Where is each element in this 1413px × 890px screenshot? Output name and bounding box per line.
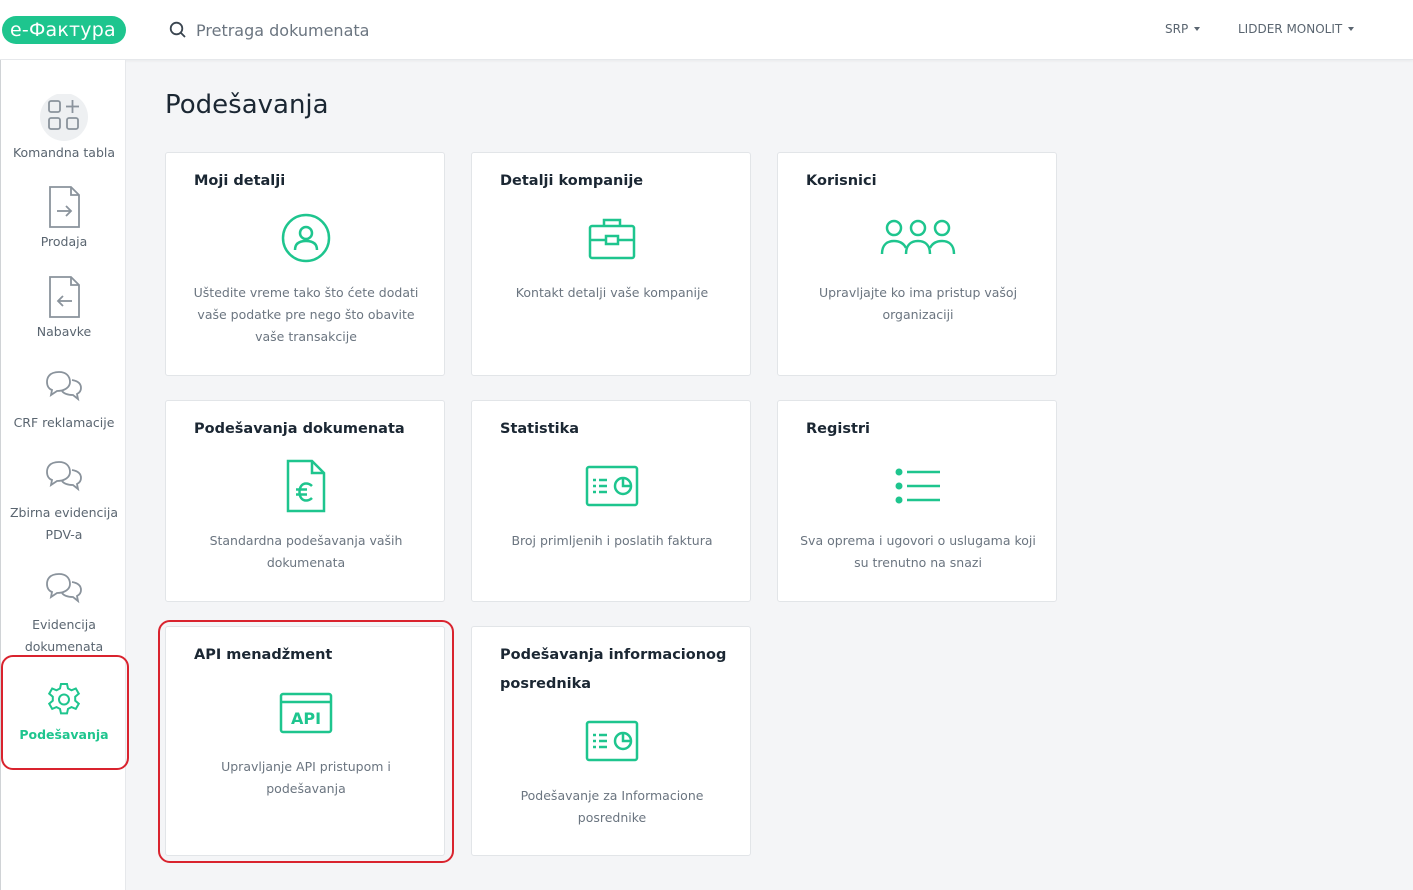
card-description: Sva oprema i ugovori o uslugama koji su … [800,533,1036,570]
list-icon [888,456,948,516]
top-bar: e-Фактура SRP LIDDER MONOLIT [0,0,1413,60]
card-description: Podešavanje za Informacione posrednike [520,788,704,825]
card-title: Statistika [500,421,580,437]
company-label: LIDDER MONOLIT [1238,22,1343,36]
chat-bubbles-icon [46,371,82,402]
euro-document-icon [276,456,336,516]
card-title: Podešavanja dokumenata [194,421,405,437]
sidebar-item-label: Zbirna evidencija PDV-a [9,505,119,542]
card-description: Broj primljenih i poslatih faktura [511,533,713,548]
statistics-chart-icon [582,456,642,516]
sidebar-item-evidencija-dokumenata[interactable]: Evidencija dokumenata [1,568,127,658]
settings-card-detalji-kompanije[interactable]: Detalji kompanije Kontakt detalji vaše k… [471,152,751,376]
user-circle-icon [276,208,336,268]
card-title: Podešavanja informacionog posrednika [500,647,727,692]
sidebar-item-label: Komandna tabla [12,145,116,160]
settings-card-informacioni-posrednik[interactable]: Podešavanja informacionog posrednika Pod… [471,626,751,856]
card-title: Registri [806,421,871,437]
briefcase-icon [582,208,642,268]
language-dropdown[interactable]: SRP [1165,22,1201,36]
card-title: Detalji kompanije [500,173,644,189]
card-description: Kontakt detalji vaše kompanije [515,285,709,300]
highlight-frame-api-card [158,620,454,863]
card-title: Korisnici [806,173,877,189]
card-description: Upravljajte ko ima pristup vašoj organiz… [818,285,1018,322]
settings-card-podesavanja-dokumenata[interactable]: Podešavanja dokumenata Standardna podeša… [165,400,445,602]
document-arrow-left-icon [49,276,80,318]
statistics-chart-icon [582,711,642,771]
chat-bubbles-icon [46,461,82,492]
chat-bubbles-icon [46,573,82,604]
settings-card-registri[interactable]: Registri Sva oprema i ugovori o uslugama… [777,400,1057,602]
users-group-icon [878,208,958,268]
sidebar-item-crf-reklamacije[interactable]: CRF reklamacije [1,366,127,434]
sidebar-item-label: Evidencija dokumenata [24,617,104,654]
settings-card-moji-detalji[interactable]: Moji detalji Uštedite vreme tako što ćet… [165,152,445,376]
company-dropdown[interactable]: LIDDER MONOLIT [1238,22,1355,36]
sidebar-item-label: Nabavke [36,324,92,339]
sidebar-item-nabavke[interactable]: Nabavke [1,275,127,343]
settings-card-statistika[interactable]: Statistika Broj primljenih i poslatih fa… [471,400,751,602]
settings-card-korisnici[interactable]: Korisnici Upravljajte ko ima pristup vaš… [777,152,1057,376]
language-label: SRP [1165,22,1189,36]
document-arrow-right-icon [49,186,80,228]
sidebar-item-label: CRF reklamacije [13,415,115,430]
chevron-down-icon [1194,27,1201,31]
card-description: Standardna podešavanja vaših dokumenata [209,533,403,570]
search-icon [169,21,186,38]
card-description: Uštedite vreme tako što ćete dodati vaše… [193,285,419,344]
dashboard-icon [40,94,88,141]
sidebar-item-prodaja[interactable]: Prodaja [1,185,127,253]
search-input[interactable] [196,20,496,40]
search-box[interactable] [168,18,496,42]
card-title: Moji detalji [194,173,286,189]
sidebar-item-dashboard[interactable]: Komandna tabla [1,94,127,164]
page-title: Podešavanja [165,90,329,120]
sidebar-item-label: Prodaja [40,234,88,249]
highlight-frame-sidebar [1,655,129,770]
app-logo[interactable]: e-Фактура [2,16,126,44]
chevron-down-icon [1348,27,1355,31]
sidebar-item-zbirna-evidencija[interactable]: Zbirna evidencija PDV-a [1,456,127,546]
